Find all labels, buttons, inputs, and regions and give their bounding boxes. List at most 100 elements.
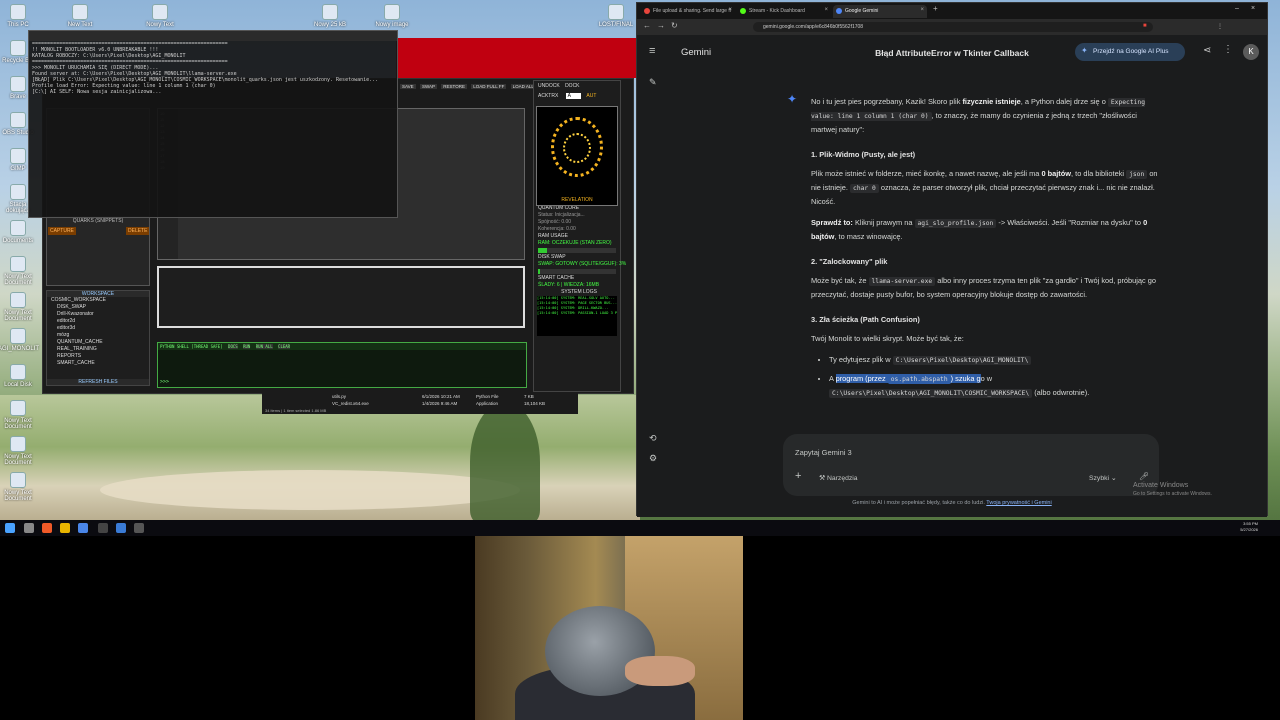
more-icon[interactable]: ⋮ <box>1223 44 1233 55</box>
desktop-icon[interactable]: Nowy Text Document <box>0 472 38 502</box>
brave-icon[interactable] <box>42 523 52 533</box>
tree-item[interactable]: Drill-Kwazonator <box>47 311 149 318</box>
close-icon[interactable]: × <box>920 7 924 13</box>
desktop-icon[interactable]: Local Disk <box>0 364 38 388</box>
app-icon <box>10 148 26 164</box>
desktop-icon[interactable]: Nowy 25 kB <box>310 4 350 28</box>
tree-item[interactable]: REPORTS <box>47 353 149 360</box>
undock-tab[interactable]: UNDOCK <box>538 83 560 89</box>
inline-code: char 0 <box>850 184 879 193</box>
ram-title: RAM USAGE <box>538 233 569 239</box>
tree-item[interactable]: editor3d <box>47 325 149 332</box>
toolbar-restore-button[interactable]: RESTORE <box>441 84 467 89</box>
app-icon <box>10 112 26 128</box>
minimize-icon[interactable]: – <box>1235 5 1239 12</box>
clock[interactable]: 3:55 PM 5/27/2026 <box>1240 521 1258 533</box>
model-mode-select[interactable]: Szybki ⌄ <box>1089 474 1117 482</box>
desktop-icon[interactable]: LOST/FINAL <box>596 4 636 28</box>
close-window-icon[interactable]: × <box>1251 5 1255 12</box>
tree-item[interactable]: COSMIC_WORKSPACE <box>47 297 149 304</box>
toolbar-save-button[interactable]: SAVE <box>400 84 416 89</box>
extension-icon[interactable]: ■ <box>1143 23 1147 29</box>
desktop-icon[interactable]: Nowy image <box>372 4 412 28</box>
desktop-icon[interactable]: Documents <box>0 220 38 244</box>
monolit-toolbar: SAVE SWAP RESTORE LOAD FULL FF LOAD ALL <box>400 84 536 89</box>
reload-icon[interactable]: ↻ <box>671 21 678 30</box>
back-icon[interactable]: ← <box>643 21 651 30</box>
microphone-icon[interactable]: 🎤︎ <box>1139 472 1149 481</box>
desktop-icon[interactable]: Nowy Text Document <box>0 292 38 322</box>
desktop-icon[interactable]: Nowy Text Document <box>0 400 38 430</box>
shell-clear-button[interactable]: CLEAR <box>278 344 291 349</box>
upgrade-button[interactable]: ✦ Przejdź na Google AI Plus <box>1075 43 1185 61</box>
tree-item[interactable]: REAL_TRAINING <box>47 346 149 353</box>
history-icon[interactable]: ⟲ <box>649 433 657 444</box>
desktop-icon[interactable]: This PC <box>0 4 38 28</box>
tree-item[interactable]: mózg <box>47 332 149 339</box>
toolbar-swap-button[interactable]: SWAP <box>419 84 438 89</box>
ram-text: RAM: OCZEKUJE (STAN ZERO) <box>538 240 612 246</box>
terminal-icon[interactable] <box>98 523 108 533</box>
tree-item[interactable]: QUANTUM_CACHE <box>47 339 149 346</box>
app-icon <box>10 472 26 488</box>
tree-item[interactable]: editor2d <box>47 318 149 325</box>
add-icon[interactable]: + <box>795 470 801 482</box>
capture-button[interactable]: CAPTURE <box>48 227 76 235</box>
tools-button[interactable]: ⚒ Narzędzia <box>819 474 858 482</box>
new-tab-icon[interactable]: + <box>933 4 938 13</box>
tab-strip: File upload & sharing. Send large fi × S… <box>637 3 1267 19</box>
prompt-box[interactable]: Zapytaj Gemini 3 + ⚒ Narzędzia Szybki ⌄ … <box>783 434 1159 496</box>
tab-kick-dashboard[interactable]: Stream - Kick Dashboard × <box>737 5 831 18</box>
terminal-titlebar[interactable] <box>29 31 397 41</box>
start-icon[interactable] <box>5 523 15 533</box>
share-icon[interactable]: ⋖ <box>1203 45 1211 56</box>
settings-icon[interactable]: ⚙ <box>649 453 657 464</box>
python-icon[interactable] <box>116 523 126 533</box>
close-icon[interactable]: × <box>824 7 828 13</box>
privacy-link[interactable]: Twoja prywatność i Gemini <box>986 500 1051 506</box>
url-field[interactable]: gemini.google.com/app/e6c846b0f5562f1708 <box>753 22 1153 32</box>
section-heading: 1. Plik-Widmo (Pusty, ale jest) <box>811 150 916 159</box>
python-shell[interactable]: PYTHON SHELL [THREAD SAFE] DOCS RUN RUN … <box>157 342 527 388</box>
tab-file-upload[interactable]: File upload & sharing. Send large fi × <box>641 5 735 18</box>
revelation-orb: REVELATION <box>536 106 618 206</box>
close-icon[interactable]: × <box>728 7 732 13</box>
quarks-title: QUARKS (SNIPPETS) <box>72 218 124 224</box>
cache-text: ŚLADY: 6 | WIEDZA: 16MB <box>538 282 600 288</box>
activate-checkbox[interactable]: ACKTRX <box>538 93 558 99</box>
terminal-window[interactable]: ========================================… <box>28 30 398 218</box>
tree-item[interactable]: SMART_CACHE <box>47 360 149 367</box>
shell-runall-button[interactable]: RUN ALL <box>255 344 273 349</box>
menu-icon[interactable]: ⋮ <box>1217 23 1223 30</box>
tree-item[interactable]: DISK_SWAP <box>47 304 149 311</box>
desktop-icon[interactable]: AGI_MONOLIT <box>0 328 39 352</box>
desktop-icon[interactable]: New Text <box>60 4 100 28</box>
new-chat-icon[interactable]: ✎ <box>649 77 657 88</box>
list-item: Ty edytujesz plik w C:\Users\Pixel\Deskt… <box>829 353 1161 367</box>
quantum-core-title: QUANTUM CORE <box>538 205 580 211</box>
explorer-file-row[interactable]: utils.py 6/1/2026 10:21 AM Python File 7… <box>332 394 534 399</box>
output-area[interactable] <box>157 266 525 328</box>
dock-tab[interactable]: DOCK <box>565 83 579 89</box>
mode-select[interactable]: A <box>565 93 582 99</box>
desktop-icon[interactable]: Nowy Text Document <box>0 256 38 286</box>
shell-docs-button[interactable]: DOCS <box>228 344 238 349</box>
explorer-file-row[interactable]: VC_redist.x64.exe 1/4/2026 9:46 AM Appli… <box>332 401 545 406</box>
toolbar-load-full-button[interactable]: LOAD FULL FF <box>471 84 507 89</box>
prompt-input[interactable]: Zapytaj Gemini 3 <box>795 448 852 457</box>
tab-google-gemini[interactable]: Google Gemini × <box>833 5 927 18</box>
refresh-files-button[interactable]: REFRESH FILES <box>47 379 149 385</box>
delete-button[interactable]: DELETE <box>126 227 150 235</box>
forward-icon[interactable]: → <box>657 21 665 30</box>
auto-toggle[interactable]: AUT <box>586 93 596 99</box>
chrome-icon[interactable] <box>78 523 88 533</box>
intro-paragraph: No i tu jest pies pogrzebany, Kazik! Sko… <box>811 97 1146 134</box>
search-icon[interactable] <box>24 523 34 533</box>
shell-run-button[interactable]: RUN <box>243 344 251 349</box>
desktop-icon[interactable]: Nowy Text Document <box>0 436 38 466</box>
response-content: No i tu jest pies pogrzebany, Kazik! Sko… <box>811 95 1161 405</box>
avatar[interactable]: K <box>1243 44 1259 60</box>
desktop-icon[interactable]: Nowy Text <box>140 4 180 28</box>
folder-icon[interactable] <box>60 523 70 533</box>
obs-icon[interactable] <box>134 523 144 533</box>
